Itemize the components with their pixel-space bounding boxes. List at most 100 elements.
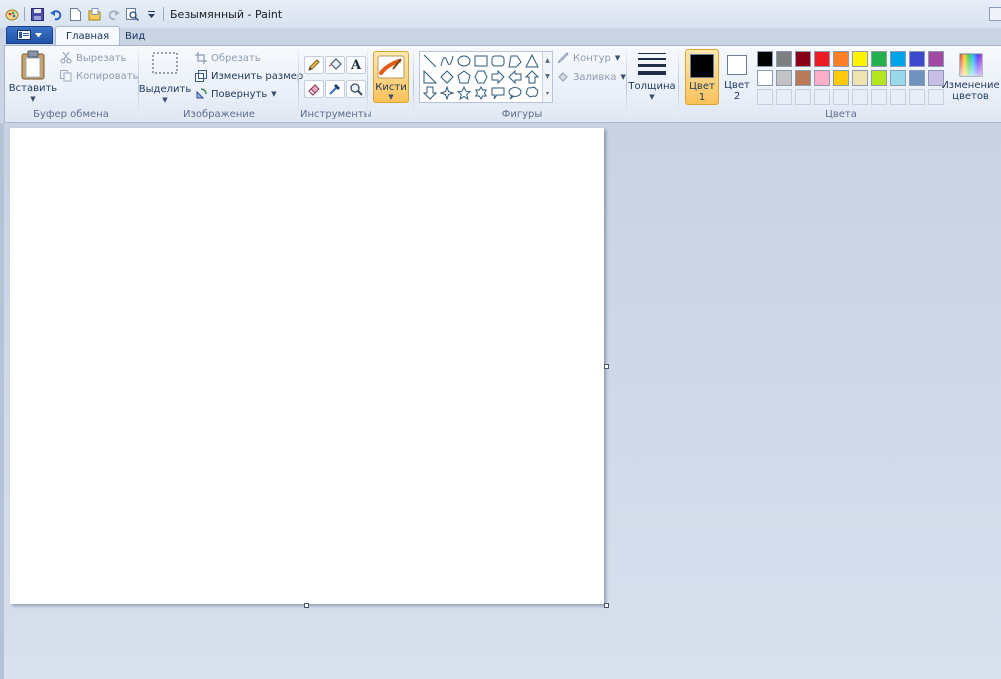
fill-button[interactable]: Заливка ▼ [557,71,626,83]
cut-button[interactable]: Вырезать [60,52,126,64]
paste-button[interactable]: Вставить ▼ [9,50,57,105]
triangle-shape-icon[interactable] [524,53,540,69]
fill-icon[interactable] [325,56,345,74]
ribbon: Вставить ▼ Вырезать Копировать Буфер обм… [4,45,1001,123]
chevron-down-icon: ▼ [388,93,394,101]
right-arrow-shape-icon[interactable] [490,69,506,85]
gallery-scroll[interactable]: ▲ ▼ ▾ [542,52,552,102]
palette-color-swatch[interactable] [909,70,925,86]
resize-button[interactable]: Изменить размер [195,70,303,82]
undo-icon[interactable] [49,7,63,21]
palette-color-swatch[interactable] [852,70,868,86]
color2-label: Цвет [724,80,750,91]
color2-button[interactable]: Цвет 2 [720,49,754,105]
palette-custom-slot[interactable] [890,89,906,105]
magnifier-icon[interactable] [346,80,366,98]
palette-custom-slot[interactable] [833,89,849,105]
size-button[interactable]: Толщина ▼ [628,52,676,103]
palette-color-swatch[interactable] [890,70,906,86]
palette-color-swatch[interactable] [833,70,849,86]
color1-button[interactable]: Цвет 1 [685,49,719,105]
diamond-shape-icon[interactable] [439,69,455,85]
palette-custom-slot[interactable] [909,89,925,105]
down-arrow-shape-icon[interactable] [422,85,438,101]
color-picker-icon[interactable] [325,80,345,98]
eraser-icon[interactable] [304,80,324,98]
outline-button[interactable]: Контур ▼ [557,52,620,64]
left-arrow-shape-icon[interactable] [507,69,523,85]
palette-color-swatch[interactable] [814,51,830,67]
palette-color-swatch[interactable] [795,70,811,86]
select-button[interactable]: Выделить ▼ [139,51,191,106]
scroll-down-icon[interactable]: ▼ [545,73,550,80]
line-shape-icon[interactable] [422,53,438,69]
palette-custom-slot[interactable] [852,89,868,105]
window-controls[interactable] [989,7,1001,21]
palette-color-swatch[interactable] [871,70,887,86]
five-point-star-shape-icon[interactable] [456,85,472,101]
palette-color-swatch[interactable] [757,70,773,86]
edit-colors-icon [959,53,982,77]
gallery-more-icon[interactable]: ▾ [546,90,549,97]
new-file-icon[interactable] [68,7,82,21]
palette-color-swatch[interactable] [928,51,944,67]
six-point-star-shape-icon[interactable] [473,85,489,101]
right-triangle-shape-icon[interactable] [422,69,438,85]
palette-custom-slot[interactable] [928,89,944,105]
curve-shape-icon[interactable] [439,53,455,69]
rounded-rectangle-shape-icon[interactable] [490,53,506,69]
resize-label: Изменить размер [211,70,304,82]
polygon-shape-icon[interactable] [507,53,523,69]
cloud-callout-shape-icon[interactable] [524,85,540,101]
shapes-gallery[interactable]: ▲ ▼ ▾ [419,51,553,103]
crop-button[interactable]: Обрезать [195,52,261,64]
tab-view[interactable]: Вид [115,26,155,46]
rect-callout-shape-icon[interactable] [490,85,506,101]
palette-color-swatch[interactable] [757,51,773,67]
brushes-button[interactable]: Кисти ▼ [373,51,409,103]
palette-custom-slot[interactable] [776,89,792,105]
palette-custom-slot[interactable] [814,89,830,105]
scroll-up-icon[interactable]: ▲ [545,57,550,64]
palette-color-swatch[interactable] [890,51,906,67]
crop-icon [195,52,207,64]
rectangle-shape-icon[interactable] [473,53,489,69]
palette-custom-slot[interactable] [757,89,773,105]
palette-color-swatch[interactable] [833,51,849,67]
paint-menu-button[interactable] [6,26,53,44]
crop-label: Обрезать [211,52,261,64]
tab-home[interactable]: Главная [55,26,121,46]
text-glyph: A [350,57,362,73]
resize-handle-corner[interactable] [604,603,609,608]
open-file-icon[interactable] [87,7,101,21]
palette-color-swatch[interactable] [776,70,792,86]
print-preview-icon[interactable] [125,7,139,21]
palette-color-swatch[interactable] [928,70,944,86]
hexagon-shape-icon[interactable] [473,69,489,85]
resize-handle-bottom[interactable] [304,603,309,608]
palette-custom-slot[interactable] [795,89,811,105]
save-icon[interactable] [30,7,44,21]
palette-color-swatch[interactable] [909,51,925,67]
up-arrow-shape-icon[interactable] [524,69,540,85]
text-icon[interactable]: A [346,56,366,74]
pencil-icon[interactable] [304,56,324,74]
copy-button[interactable]: Копировать [60,70,138,82]
rotate-button[interactable]: Повернуть ▼ [195,88,277,100]
resize-handle-right[interactable] [604,364,609,369]
palette-color-swatch[interactable] [776,51,792,67]
palette-color-swatch[interactable] [852,51,868,67]
oval-callout-shape-icon[interactable] [507,85,523,101]
redo-icon[interactable] [106,7,120,21]
four-point-star-shape-icon[interactable] [439,85,455,101]
edit-colors-button[interactable]: Изменение цветов [941,52,1000,102]
oval-shape-icon[interactable] [456,53,472,69]
drawing-canvas[interactable] [10,128,604,604]
paint-app-icon[interactable] [5,7,19,21]
palette-custom-slot[interactable] [871,89,887,105]
palette-color-swatch[interactable] [795,51,811,67]
customize-toolbar-icon[interactable] [144,7,158,21]
palette-color-swatch[interactable] [871,51,887,67]
palette-color-swatch[interactable] [814,70,830,86]
pentagon-shape-icon[interactable] [456,69,472,85]
